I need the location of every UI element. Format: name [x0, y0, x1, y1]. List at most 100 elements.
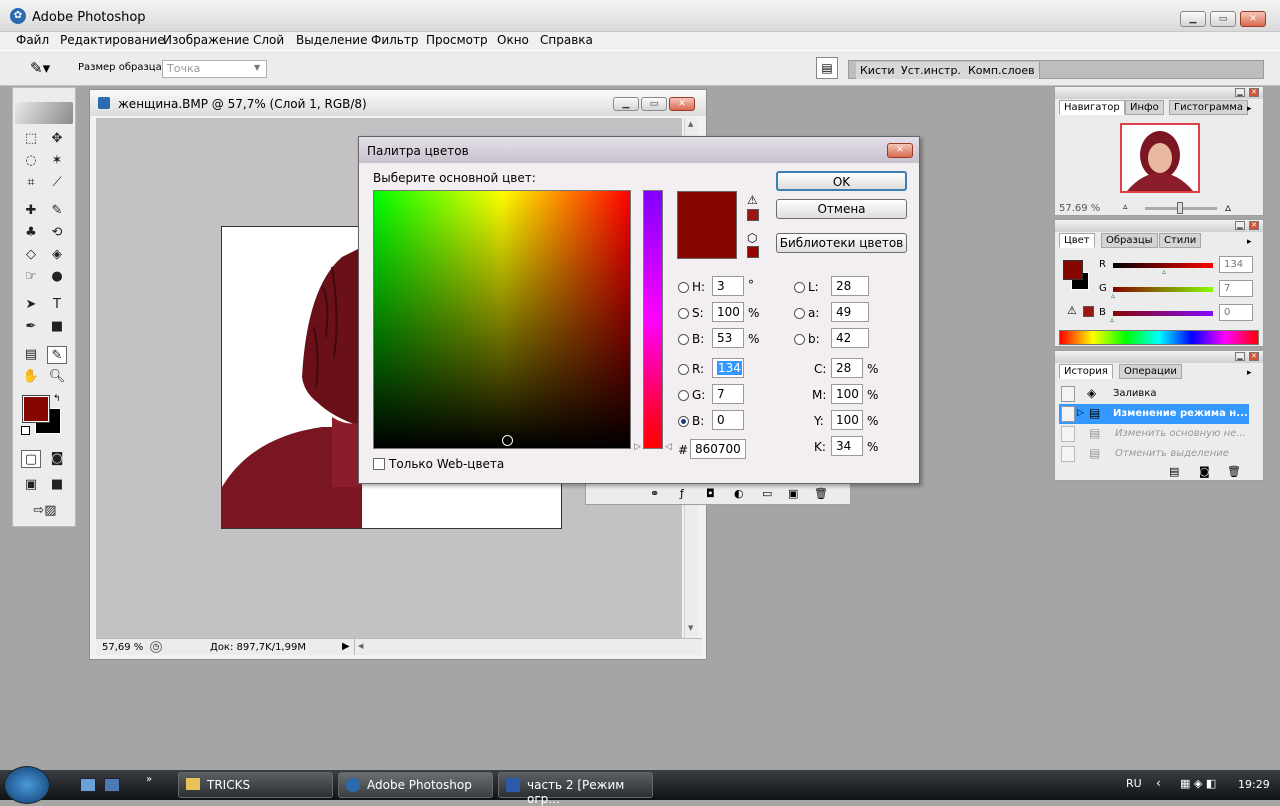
color-panel-menu-icon[interactable]: ▸	[1247, 237, 1252, 247]
panel-warning-icon[interactable]: ⚠	[1067, 304, 1077, 317]
slider-b-thumb[interactable]: ▵	[1110, 316, 1114, 324]
input-a[interactable]: 49	[831, 302, 869, 322]
tab-actions[interactable]: Операции	[1119, 364, 1182, 379]
gamut-warning-icon[interactable]: ⚠	[747, 193, 758, 207]
menu-edit[interactable]: Редактирование	[60, 33, 165, 47]
tab-styles[interactable]: Стили	[1159, 233, 1202, 248]
input-b[interactable]: 42	[831, 328, 869, 348]
web-only-checkbox[interactable]	[373, 458, 385, 470]
swap-colors-icon[interactable]: ↰	[53, 394, 61, 404]
input-k[interactable]: 34	[831, 436, 863, 456]
history-item[interactable]: ◈ Заливка	[1059, 384, 1249, 404]
fullscreen-mode-icon[interactable]: ■	[47, 476, 67, 494]
sample-size-select[interactable]: Точка	[162, 60, 267, 78]
navigator-minimize-icon[interactable]: ▁	[1235, 88, 1245, 97]
minimize-button[interactable]: ▁	[1180, 11, 1206, 27]
history-item[interactable]: ▤ Отменить выделение	[1059, 444, 1249, 464]
crop-tool-icon[interactable]: ⌗	[21, 174, 41, 192]
new-layer-icon[interactable]: ▣	[788, 487, 798, 500]
doc-close-button[interactable]: ✕	[669, 97, 695, 111]
zoom-slider[interactable]	[1145, 202, 1217, 214]
type-tool-icon[interactable]: T	[47, 296, 67, 314]
eraser-tool-icon[interactable]: ◇	[21, 246, 41, 264]
menu-help[interactable]: Справка	[540, 33, 593, 47]
hand-tool-icon[interactable]: ✋	[21, 368, 41, 386]
radio-g[interactable]	[678, 390, 689, 401]
input-bl[interactable]: 0	[712, 410, 744, 430]
adjustment-layer-icon[interactable]: ◐	[734, 487, 744, 500]
taskbar-word-document[interactable]: часть 2 [Режим огр...	[498, 772, 653, 806]
input-c[interactable]: 28	[831, 358, 863, 378]
zoom-tool-icon[interactable]: 🔍︎	[47, 368, 67, 386]
tab-navigator[interactable]: Навигатор	[1059, 100, 1125, 115]
delete-state-icon[interactable]: 🗑︎	[1227, 465, 1241, 478]
new-group-icon[interactable]: ▭	[762, 487, 772, 500]
well-layer-comps[interactable]: Комп.слоев	[964, 62, 1040, 79]
close-button[interactable]: ✕	[1240, 11, 1266, 27]
default-colors-icon[interactable]	[21, 426, 30, 435]
input-bv[interactable]: 53	[712, 328, 744, 348]
menu-view[interactable]: Просмотр	[426, 33, 488, 47]
hex-input[interactable]: 860700	[690, 439, 746, 459]
color-field[interactable]	[373, 190, 631, 449]
radio-h[interactable]	[678, 282, 689, 293]
history-state-slider-icon[interactable]: ▷	[1077, 408, 1084, 418]
value-g[interactable]: 7	[1219, 280, 1253, 297]
radio-bv[interactable]	[678, 334, 689, 345]
link-layers-icon[interactable]: ⚭	[650, 487, 659, 500]
burn-tool-icon[interactable]: ●	[47, 268, 67, 286]
new-document-from-state-icon[interactable]: ▤	[1169, 465, 1179, 478]
web-color-swatch[interactable]	[747, 246, 759, 258]
menu-layer[interactable]: Слой	[253, 33, 284, 47]
doc-minimize-button[interactable]: ▁	[613, 97, 639, 111]
eyedropper-icon[interactable]: ✎▾	[30, 59, 50, 77]
brush-tool-icon[interactable]: ✎	[47, 202, 67, 220]
menu-select[interactable]: Выделение	[296, 33, 367, 47]
hue-slider-right-arrow[interactable]: ◁	[665, 442, 672, 452]
slider-b[interactable]: ▵	[1110, 311, 1213, 324]
tab-info[interactable]: Инфо	[1125, 100, 1164, 115]
bucket-tool-icon[interactable]: ◈	[47, 246, 67, 264]
zoom-out-icon[interactable]: ▵	[1123, 202, 1128, 212]
spectrum-ramp[interactable]	[1059, 330, 1259, 345]
panel-menu-icon[interactable]: ▸	[1247, 104, 1252, 114]
quicklaunch-more-icon[interactable]: »	[146, 774, 152, 785]
hue-slider-left-arrow[interactable]: ▷	[634, 442, 641, 452]
magic-wand-icon[interactable]: ✶	[47, 152, 67, 170]
input-r[interactable]: 134	[712, 358, 744, 378]
tray-icons[interactable]: ▦ ◈ ◧	[1180, 777, 1216, 790]
shape-tool-icon[interactable]: ■	[47, 318, 67, 336]
standard-mode-icon[interactable]: ▢	[21, 450, 41, 468]
doc-maximize-button[interactable]: ▭	[641, 97, 667, 111]
history-checkbox[interactable]	[1061, 426, 1075, 442]
smudge-tool-icon[interactable]: ☞	[21, 268, 41, 286]
history-checkbox[interactable]	[1061, 446, 1075, 462]
tab-color[interactable]: Цвет	[1059, 233, 1095, 248]
slider-r-thumb[interactable]: ▵	[1162, 268, 1166, 276]
taskbar-photoshop[interactable]: Adobe Photoshop	[338, 772, 493, 798]
history-brush-icon[interactable]: ⟲	[47, 224, 67, 242]
input-l[interactable]: 28	[831, 276, 869, 296]
panel-warning-swatch[interactable]	[1083, 306, 1094, 317]
radio-a[interactable]	[794, 308, 805, 319]
marquee-tool-icon[interactable]: ⬚	[21, 130, 41, 148]
tab-histogram[interactable]: Гистограмма	[1169, 100, 1248, 115]
tray-expand-icon[interactable]: ‹	[1156, 776, 1161, 790]
zoom-in-icon[interactable]: ▵	[1225, 200, 1231, 214]
slider-g[interactable]: ▵	[1111, 287, 1213, 300]
dialog-close-button[interactable]: ✕	[887, 143, 913, 158]
scroll-down-icon[interactable]: ▼	[688, 624, 693, 632]
eyedropper-tool-icon[interactable]: ✎	[47, 346, 67, 364]
input-h[interactable]: 3	[712, 276, 744, 296]
foreground-color-swatch[interactable]	[22, 395, 50, 423]
gamut-color-swatch[interactable]	[747, 209, 759, 221]
value-b[interactable]: 0	[1219, 304, 1253, 321]
history-checkbox[interactable]	[1061, 386, 1075, 402]
input-s[interactable]: 100	[712, 302, 744, 322]
healing-tool-icon[interactable]: ✚	[21, 202, 41, 220]
switch-windows-icon[interactable]	[104, 778, 120, 792]
color-minimize-icon[interactable]: ▁	[1235, 221, 1245, 230]
history-minimize-icon[interactable]: ▁	[1235, 352, 1245, 361]
radio-r[interactable]	[678, 364, 689, 375]
history-close-icon[interactable]: ✕	[1249, 352, 1259, 361]
